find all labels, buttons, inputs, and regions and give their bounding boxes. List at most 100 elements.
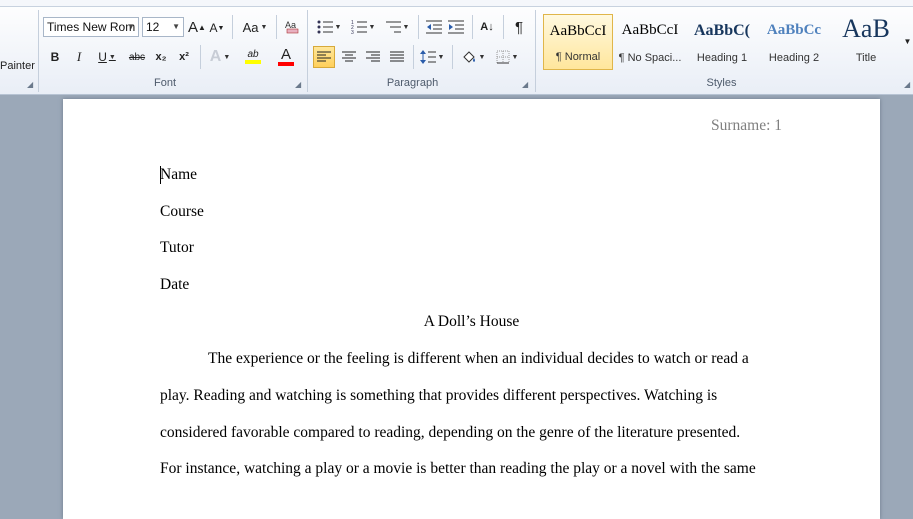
font-color-icon: A bbox=[280, 45, 291, 63]
align-right-button[interactable] bbox=[362, 46, 384, 68]
styles-gallery: AaBbCcI ¶ Normal AaBbCcI ¶ No Spaci... A… bbox=[541, 12, 902, 72]
paragraph-group-label: Paragraph bbox=[386, 77, 439, 89]
text-effects-icon: A bbox=[209, 48, 222, 65]
document-title: A Doll’s House bbox=[423, 313, 520, 330]
highlighter-icon: ab bbox=[247, 48, 259, 60]
chevron-down-icon: ▼ bbox=[172, 22, 180, 31]
pilcrow-icon: ¶ bbox=[514, 18, 524, 36]
line-spacing-icon bbox=[419, 50, 436, 64]
bullets-button[interactable]: ▼ bbox=[314, 16, 344, 38]
borders-icon bbox=[496, 50, 510, 64]
sort-icon: A↓ bbox=[480, 21, 494, 33]
numbering-icon: 123 bbox=[351, 20, 367, 34]
bold-button[interactable]: B bbox=[46, 46, 64, 68]
style-heading-2[interactable]: AaBbCc Heading 2 bbox=[759, 14, 829, 70]
underline-icon: U bbox=[98, 50, 107, 64]
styles-more-button[interactable]: ▼ bbox=[902, 30, 913, 52]
superscript-button[interactable]: x² bbox=[174, 46, 194, 68]
align-center-button[interactable] bbox=[338, 46, 360, 68]
separator bbox=[503, 15, 504, 39]
separator bbox=[200, 45, 201, 69]
show-formatting-button[interactable]: ¶ bbox=[509, 16, 529, 38]
chevron-down-icon: ▼ bbox=[903, 36, 912, 46]
font-size-combo[interactable]: 12 ▼ bbox=[142, 17, 184, 37]
underline-button[interactable]: U ▼ bbox=[92, 46, 122, 68]
change-case-button[interactable]: Aa ▼ bbox=[240, 16, 270, 38]
style-normal[interactable]: AaBbCcI ¶ Normal bbox=[543, 14, 613, 70]
font-name-value: Times New Rom bbox=[47, 20, 136, 34]
font-size-value: 12 bbox=[146, 20, 160, 34]
grow-font-button[interactable]: A ▲ bbox=[188, 16, 206, 38]
ribbon-top-strip bbox=[0, 0, 913, 7]
align-center-icon bbox=[342, 51, 356, 62]
tutor-line: Tutor bbox=[160, 239, 194, 256]
highlight-swatch bbox=[245, 59, 261, 64]
date-line: Date bbox=[160, 276, 190, 293]
style-name: ¶ No Spaci... bbox=[618, 52, 682, 64]
separator bbox=[452, 45, 453, 69]
style-sample: AaBbCc bbox=[766, 22, 822, 38]
grow-font-icon: A bbox=[188, 18, 199, 36]
font-group-label: Font bbox=[153, 77, 176, 89]
clipboard-dialog-launcher-icon[interactable]: ◢ bbox=[27, 81, 35, 89]
bold-icon: B bbox=[50, 50, 60, 64]
group-separator bbox=[307, 10, 308, 92]
separator bbox=[232, 15, 233, 39]
separator bbox=[472, 15, 473, 39]
style-sample: AaBbCcI bbox=[549, 23, 607, 39]
align-left-button[interactable] bbox=[313, 46, 335, 68]
strikethrough-icon: abc bbox=[128, 51, 146, 63]
borders-button[interactable]: ▼ bbox=[492, 46, 522, 68]
align-left-icon bbox=[317, 51, 331, 62]
style-title[interactable]: AaB Title bbox=[831, 14, 901, 70]
font-color-button[interactable]: A bbox=[270, 45, 302, 67]
style-name: Heading 1 bbox=[696, 52, 748, 64]
style-name: ¶ Normal bbox=[555, 51, 601, 63]
align-right-icon bbox=[366, 51, 380, 62]
document-page[interactable]: Surname: 1 Name Course Tutor Date A Doll… bbox=[63, 99, 880, 519]
shading-button[interactable]: ▼ bbox=[458, 46, 488, 68]
increase-indent-button[interactable] bbox=[446, 16, 466, 38]
change-case-icon: Aa bbox=[242, 19, 259, 35]
strikethrough-button[interactable]: abc bbox=[126, 46, 148, 68]
format-painter-label: Painter bbox=[0, 60, 35, 72]
chevron-down-icon: ▼ bbox=[127, 22, 135, 31]
italic-button[interactable]: I bbox=[70, 46, 88, 68]
separator bbox=[418, 15, 419, 39]
clear-formatting-button[interactable]: Aa bbox=[282, 15, 302, 37]
highlight-color-button[interactable]: ab bbox=[238, 45, 268, 67]
superscript-icon: x² bbox=[179, 51, 189, 63]
paragraph-dialog-launcher-icon[interactable]: ◢ bbox=[522, 81, 530, 89]
style-name: Heading 2 bbox=[768, 52, 820, 64]
style-sample: AaB bbox=[842, 14, 890, 43]
style-sample: AaBbCcI bbox=[621, 22, 679, 38]
style-heading-1[interactable]: AaBbC( Heading 1 bbox=[687, 14, 757, 70]
styles-group-label: Styles bbox=[706, 77, 737, 89]
svg-text:3: 3 bbox=[351, 30, 354, 34]
student-name-line: Name bbox=[160, 166, 198, 183]
separator bbox=[276, 15, 277, 39]
multilevel-list-button[interactable]: ▼ bbox=[382, 16, 412, 38]
sort-button[interactable]: A↓ bbox=[477, 16, 497, 38]
style-no-spacing[interactable]: AaBbCcI ¶ No Spaci... bbox=[615, 14, 685, 70]
text-effects-button[interactable]: A ▼ bbox=[206, 46, 234, 68]
line-spacing-button[interactable]: ▼ bbox=[418, 46, 446, 68]
justify-button[interactable] bbox=[386, 46, 408, 68]
font-dialog-launcher-icon[interactable]: ◢ bbox=[295, 81, 303, 89]
subscript-icon: x₂ bbox=[155, 51, 167, 63]
body-line: For instance, watching a play or a movie… bbox=[160, 460, 756, 477]
format-painter-button[interactable]: Painter bbox=[0, 55, 36, 77]
decrease-indent-button[interactable] bbox=[424, 16, 444, 38]
subscript-button[interactable]: x₂ bbox=[151, 46, 171, 68]
shrink-font-button[interactable]: A ▼ bbox=[208, 17, 226, 39]
font-name-combo[interactable]: Times New Rom ▼ bbox=[43, 17, 139, 37]
numbering-button[interactable]: 1 2 3 ▼ bbox=[348, 16, 378, 38]
multilevel-list-icon bbox=[385, 21, 401, 33]
style-name: Title bbox=[855, 52, 877, 64]
decrease-indent-icon bbox=[426, 20, 442, 34]
styles-dialog-launcher-icon[interactable]: ◢ bbox=[904, 81, 912, 89]
separator bbox=[413, 45, 414, 69]
course-line: Course bbox=[160, 203, 204, 220]
shrink-font-icon: A bbox=[209, 21, 218, 35]
svg-text:Aa: Aa bbox=[285, 20, 296, 30]
